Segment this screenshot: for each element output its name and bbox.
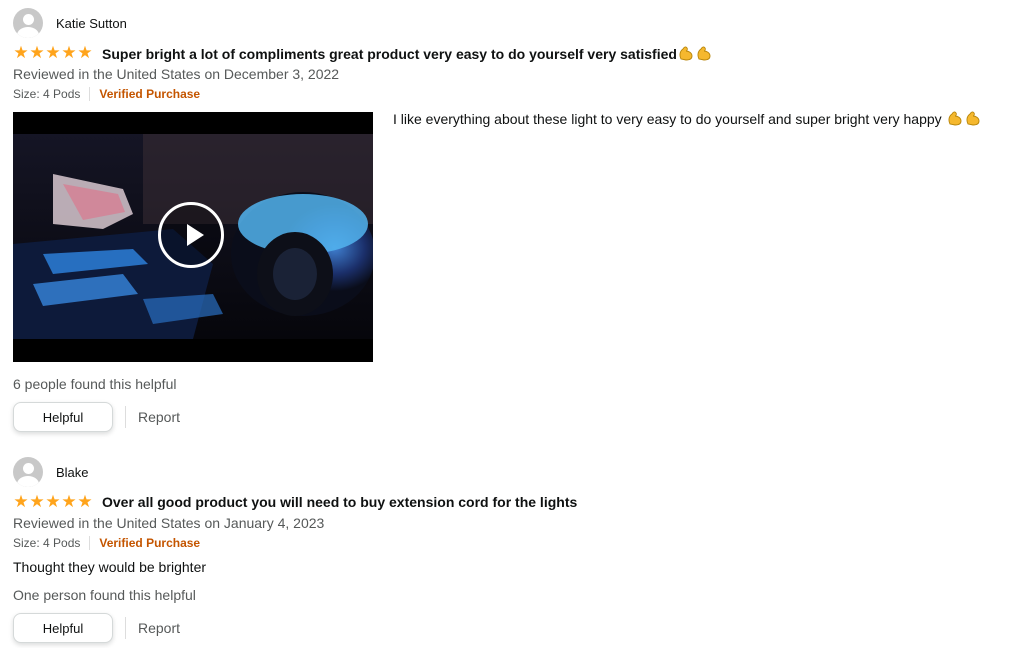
review-body: I like everything about these light to v… [393, 110, 982, 127]
reviewer-name[interactable]: Blake [56, 465, 89, 480]
divider [125, 617, 126, 639]
helpful-button[interactable]: Helpful [13, 402, 113, 432]
star-icon: ★ [29, 492, 45, 511]
avatar-icon [13, 8, 43, 38]
report-link[interactable]: Report [138, 409, 180, 425]
flexed-biceps-icon [966, 111, 979, 126]
review-card: Katie Sutton ★ ★ ★ ★ ★ Super bright a lo… [13, 8, 713, 101]
play-icon [187, 224, 204, 246]
helpful-count: One person found this helpful [13, 587, 196, 603]
review-body: Thought they would be brighter [13, 559, 207, 575]
helpful-count: 6 people found this helpful [13, 376, 177, 392]
report-link[interactable]: Report [138, 620, 180, 636]
play-button[interactable] [158, 202, 224, 268]
avatar-icon [13, 457, 43, 487]
star-icon: ★ [29, 43, 45, 62]
review-date: Reviewed in the United States on January… [13, 515, 325, 531]
verified-purchase-badge: Verified Purchase [99, 536, 201, 550]
variant-size[interactable]: Size: 4 Pods [13, 536, 80, 550]
flexed-biceps-icon [697, 45, 711, 60]
reviewer-profile[interactable]: Blake [13, 457, 577, 487]
divider [89, 87, 91, 101]
review-video[interactable] [13, 112, 373, 362]
divider [89, 536, 91, 550]
flexed-biceps-icon [679, 45, 693, 60]
divider [125, 406, 126, 428]
review-title[interactable]: Over all good product you will need to b… [102, 494, 577, 510]
star-icon: ★ [13, 43, 29, 62]
star-icon: ★ [77, 43, 93, 62]
review-title[interactable]: Super bright a lot of compliments great … [102, 45, 713, 62]
star-rating[interactable]: ★ ★ ★ ★ ★ [13, 492, 93, 511]
reviewer-name[interactable]: Katie Sutton [56, 16, 127, 31]
star-icon: ★ [77, 492, 93, 511]
star-icon: ★ [45, 43, 61, 62]
verified-purchase-badge: Verified Purchase [99, 87, 201, 101]
review-actions: Helpful Report [13, 613, 180, 643]
review-date: Reviewed in the United States on Decembe… [13, 66, 340, 82]
star-rating[interactable]: ★ ★ ★ ★ ★ [13, 43, 93, 62]
star-icon: ★ [45, 492, 61, 511]
review-actions: Helpful Report [13, 402, 180, 432]
variant-size[interactable]: Size: 4 Pods [13, 87, 80, 101]
reviewer-profile[interactable]: Katie Sutton [13, 8, 713, 38]
star-icon: ★ [61, 43, 77, 62]
star-icon: ★ [61, 492, 77, 511]
star-icon: ★ [13, 492, 29, 511]
flexed-biceps-icon [948, 111, 961, 126]
helpful-button[interactable]: Helpful [13, 613, 113, 643]
review-card: Blake ★ ★ ★ ★ ★ Over all good product yo… [13, 457, 577, 550]
